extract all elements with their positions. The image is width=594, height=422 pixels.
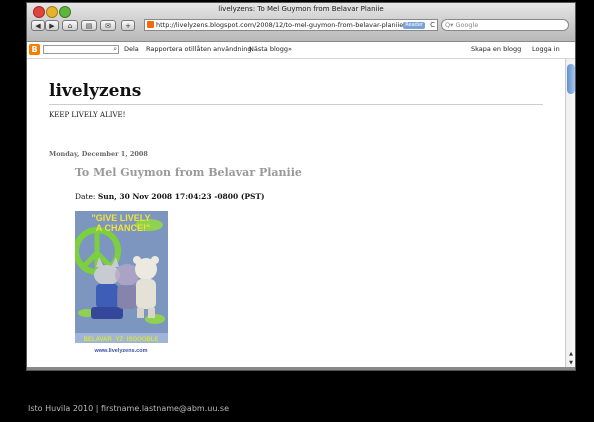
next-blog-link[interactable]: Nästa blogg» xyxy=(249,45,292,54)
poster-headline-2: A CHANCE!" xyxy=(96,223,150,233)
print-button[interactable]: ▤ xyxy=(81,20,97,31)
url-text: http://livelyzens.blogspot.com/2008/12/t… xyxy=(156,21,410,29)
blog-content: livelyzens KEEP LIVELY ALIVE! Monday, De… xyxy=(27,59,565,370)
poster-headline-1: "GIVE LIVELY xyxy=(92,213,151,223)
sign-in-link[interactable]: Logga in xyxy=(532,45,560,54)
forward-button[interactable]: ▶ xyxy=(45,20,59,31)
poster-image[interactable]: "GIVE LIVELY A CHANCE!" BELAVAR ·YZ· ISO… xyxy=(75,211,168,355)
blog-search-input[interactable]: ⌕ xyxy=(43,45,119,54)
search-input[interactable]: Q▾ Google xyxy=(441,19,569,31)
date-label: Date: xyxy=(75,192,96,201)
home-button[interactable]: ⌂ xyxy=(62,20,78,31)
blog-title[interactable]: livelyzens xyxy=(49,81,141,101)
history-button[interactable]: ✉ xyxy=(100,20,116,31)
add-bookmark-button[interactable]: + xyxy=(121,20,135,31)
poster-graphic: "GIVE LIVELY A CHANCE!" BELAVAR ·YZ· ISO… xyxy=(75,211,168,355)
blogger-favicon-icon xyxy=(147,21,154,28)
scroll-down-arrow-icon[interactable]: ▼ xyxy=(567,360,575,366)
scrollbar-thumb[interactable] xyxy=(567,64,575,94)
back-button[interactable]: ◀ xyxy=(31,20,45,31)
post-title[interactable]: To Mel Guymon from Belavar Planiie xyxy=(75,166,302,179)
window-bottom-bar xyxy=(27,367,575,370)
search-icon[interactable]: ⌕ xyxy=(113,45,117,54)
reader-button[interactable]: Reader xyxy=(403,22,425,29)
report-abuse-link[interactable]: Rapportera otillåten användning xyxy=(146,45,252,54)
window-title: livelyzens: To Mel Guymon from Belavar P… xyxy=(218,5,384,13)
vertical-scrollbar[interactable]: ▲ ▼ xyxy=(565,59,575,370)
title-bar: livelyzens: To Mel Guymon from Belavar P… xyxy=(27,3,575,42)
browser-window: livelyzens: To Mel Guymon from Belavar P… xyxy=(26,2,576,371)
scroll-up-arrow-icon[interactable]: ▲ xyxy=(567,351,575,357)
poster-tagline: BELAVAR ·YZ· ISOOOBLE xyxy=(84,337,159,343)
blogger-logo-icon[interactable]: B xyxy=(29,44,40,55)
create-blog-link[interactable]: Skapa en blogg xyxy=(471,45,521,54)
blog-description: KEEP LIVELY ALIVE! xyxy=(49,111,126,119)
title-divider xyxy=(49,104,543,105)
slide-footer: Isto Huvila 2010 | firstname.lastname@ab… xyxy=(28,404,230,413)
post-date-header: Monday, December 1, 2008 xyxy=(49,150,148,158)
blogger-navbar: B ⌕ Dela Rapportera otillåten användning… xyxy=(27,42,575,59)
post-dateline: Date: Sun, 30 Nov 2008 17:04:23 -0800 (P… xyxy=(75,192,265,201)
url-field[interactable]: http://livelyzens.blogspot.com/2008/12/t… xyxy=(144,19,438,31)
date-value: Sun, 30 Nov 2008 17:04:23 -0800 (PST) xyxy=(97,192,265,201)
reload-icon[interactable]: C xyxy=(430,20,435,30)
share-link[interactable]: Dela xyxy=(124,45,139,54)
poster-url: www.livelyzens.com xyxy=(94,348,148,354)
